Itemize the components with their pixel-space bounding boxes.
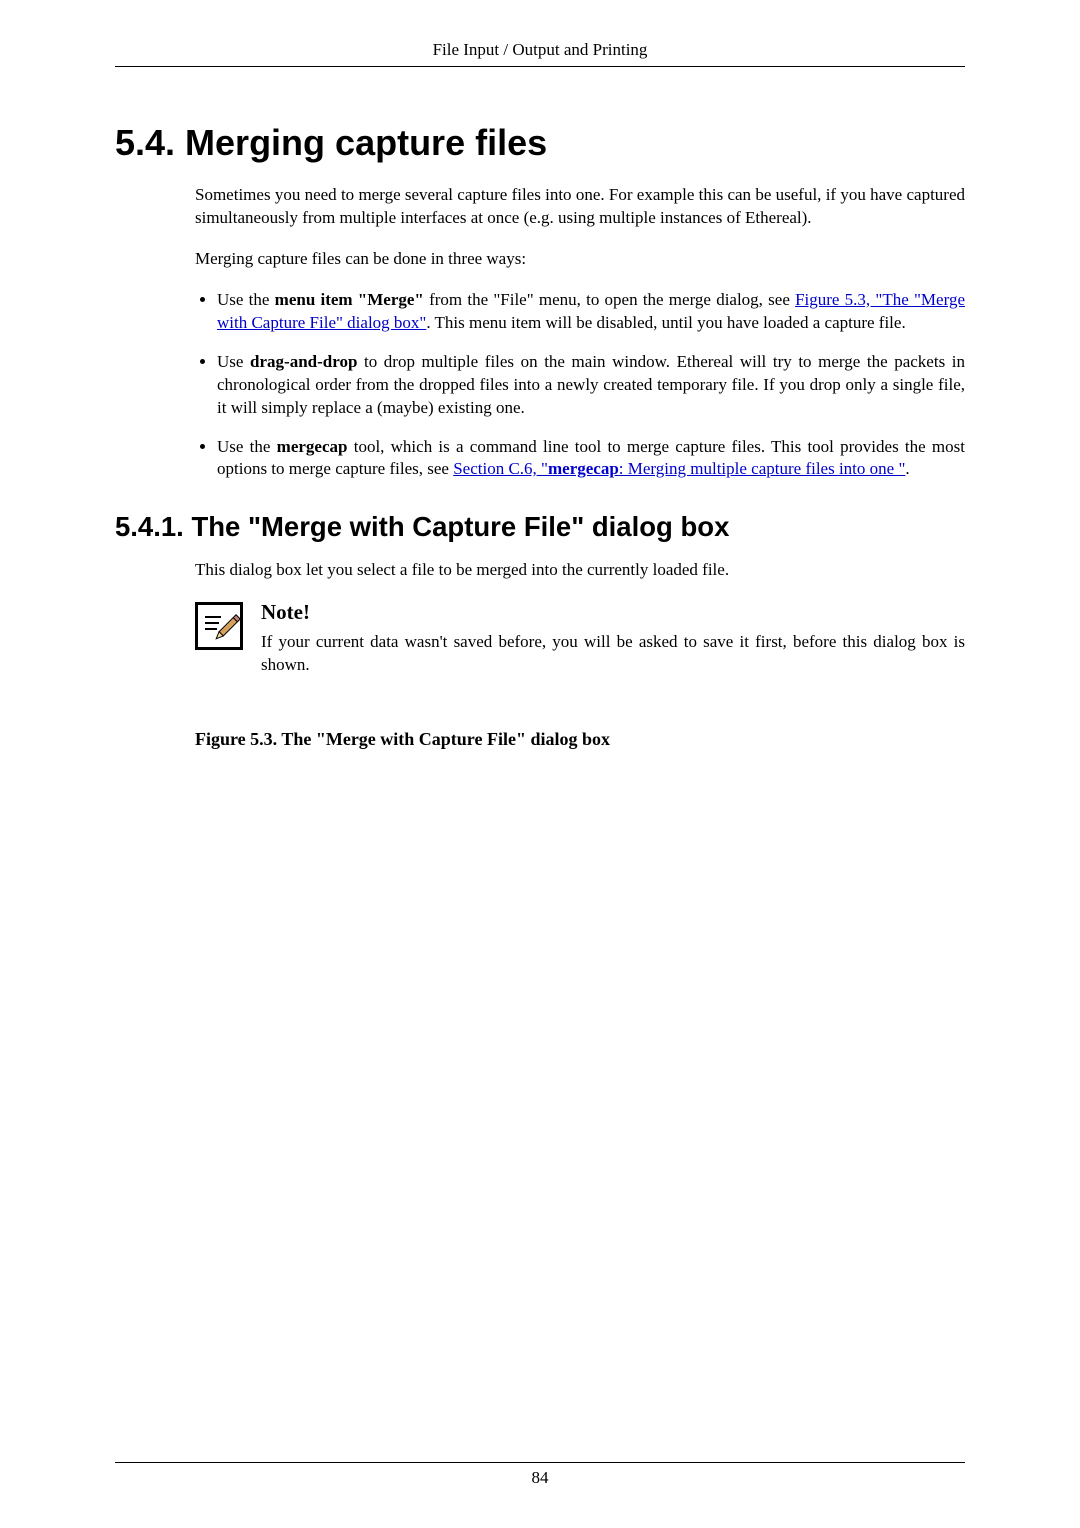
link-text: Section C.6, "	[453, 459, 548, 478]
text: . This menu item will be disabled, until…	[426, 313, 905, 332]
text: Use the	[217, 437, 277, 456]
page-number: 84	[532, 1468, 549, 1487]
page-footer: 84	[115, 1462, 965, 1488]
list-item: Use drag-and-drop to drop multiple files…	[217, 351, 965, 420]
text-bold: mergecap	[277, 437, 348, 456]
list-item: Use the mergecap tool, which is a comman…	[217, 436, 965, 482]
page-header: File Input / Output and Printing	[115, 40, 965, 67]
intro-paragraph: Sometimes you need to merge several capt…	[195, 184, 965, 230]
text: Use	[217, 352, 250, 371]
subsection-paragraph: This dialog box let you select a file to…	[195, 559, 965, 582]
merge-methods-list: Use the menu item "Merge" from the "File…	[195, 289, 965, 482]
note-block: Note! If your current data wasn't saved …	[195, 600, 965, 695]
figure-caption: Figure 5.3. The "Merge with Capture File…	[195, 729, 965, 750]
subsection-heading: 5.4.1. The "Merge with Capture File" dia…	[115, 511, 965, 543]
link-text-bold: mergecap	[548, 459, 619, 478]
note-title: Note!	[261, 600, 965, 625]
link-text: : Merging multiple capture files into on…	[619, 459, 906, 478]
note-body: If your current data wasn't saved before…	[261, 631, 965, 677]
text-bold: drag-and-drop	[250, 352, 357, 371]
ways-paragraph: Merging capture files can be done in thr…	[195, 248, 965, 271]
text: .	[905, 459, 909, 478]
text: from the "File" menu, to open the merge …	[424, 290, 795, 309]
list-item: Use the menu item "Merge" from the "File…	[217, 289, 965, 335]
section-heading: 5.4. Merging capture files	[115, 122, 965, 164]
text: Use the	[217, 290, 275, 309]
note-icon	[195, 602, 243, 650]
section-link[interactable]: Section C.6, "mergecap: Merging multiple…	[453, 459, 905, 478]
text-bold: menu item "Merge"	[275, 290, 424, 309]
